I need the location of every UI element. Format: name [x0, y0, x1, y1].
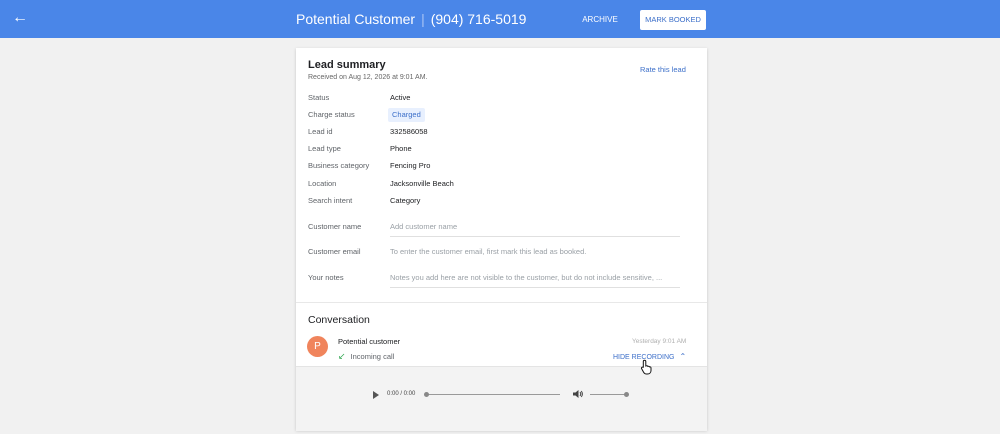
caller-name: Potential customer: [338, 337, 401, 346]
mark-booked-button[interactable]: MARK BOOKED: [640, 10, 706, 30]
contact-phone: (904) 716-5019: [430, 11, 527, 27]
back-arrow-icon[interactable]: ←: [12, 9, 28, 27]
field-value: Jacksonville Beach: [390, 179, 454, 188]
archive-button[interactable]: ARCHIVE: [574, 11, 626, 29]
incoming-call-arrow-icon: ↙: [338, 351, 346, 361]
chevron-up-icon: ⌃: [679, 352, 687, 361]
customer-name-field: Customer name Add customer name: [308, 222, 680, 240]
received-date: Received on Aug 12, 2026 at 9:01 AM.: [308, 74, 428, 81]
seek-handle[interactable]: [424, 392, 429, 397]
customer-email-field: Customer email To enter the customer ema…: [308, 247, 680, 265]
charged-badge: Charged: [388, 108, 425, 122]
title-separator: |: [421, 11, 425, 27]
volume-slider[interactable]: [590, 392, 629, 397]
seek-slider[interactable]: [424, 392, 560, 397]
field-label: Search intent: [308, 196, 353, 205]
field-label: Charge status: [308, 110, 355, 119]
hand-cursor-icon: [640, 359, 652, 375]
call-timestamp: Yesterday 9:01 AM: [632, 338, 687, 345]
notes-input[interactable]: Notes you add here are not visible to th…: [390, 273, 680, 288]
lead-summary-title: Lead summary: [308, 59, 386, 71]
call-type: ↙ Incoming call: [338, 351, 394, 362]
volume-icon[interactable]: [572, 388, 584, 400]
play-icon[interactable]: [373, 391, 379, 399]
notes-field: Your notes Notes you add here are not vi…: [308, 273, 680, 291]
volume-handle[interactable]: [624, 392, 629, 397]
field-label: Business category: [308, 161, 370, 170]
field-value: 332586058: [390, 127, 428, 136]
field-value: Phone: [390, 144, 412, 153]
rate-lead-link[interactable]: Rate this lead: [640, 65, 686, 74]
customer-name-label: Customer name: [308, 222, 362, 231]
audio-player: 0:00 / 0:00: [296, 366, 707, 431]
call-type-label: Incoming call: [350, 352, 395, 361]
customer-email-label: Customer email: [308, 247, 361, 256]
field-label: Location: [308, 179, 337, 188]
playback-time: 0:00 / 0:00: [387, 391, 416, 397]
top-app-bar: ← Potential Customer | (904) 716-5019 ARCH…: [0, 0, 1000, 38]
section-divider: [296, 302, 707, 303]
field-label: Lead id: [308, 127, 333, 136]
notes-label: Your notes: [308, 273, 344, 282]
avatar: P: [307, 336, 328, 357]
field-label: Lead type: [308, 144, 341, 153]
customer-name-input[interactable]: Add customer name: [390, 222, 680, 237]
field-label: Status: [308, 93, 330, 102]
conversation-title: Conversation: [308, 314, 370, 326]
field-value: Active: [390, 93, 411, 102]
contact-name: Potential Customer: [296, 11, 416, 27]
field-value: Category: [390, 196, 421, 205]
header-title: Potential Customer | (904) 716-5019: [296, 11, 526, 28]
field-value: Fencing Pro: [390, 161, 431, 170]
customer-email-hint: To enter the customer email, first mark …: [390, 247, 587, 256]
